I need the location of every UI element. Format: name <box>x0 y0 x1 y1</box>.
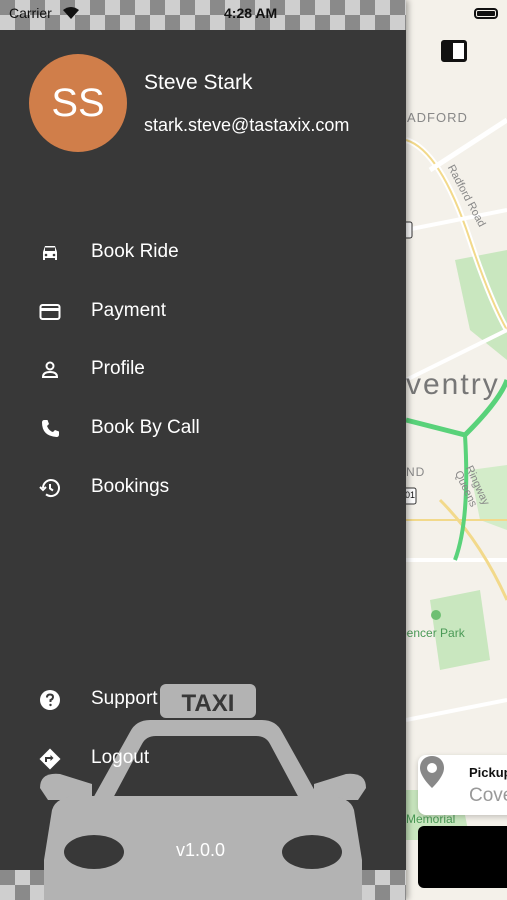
person-icon <box>41 361 59 378</box>
map-label-coventry: ventry <box>406 368 500 401</box>
taxi-bumper <box>44 870 362 900</box>
pickup-title: Pickup <box>469 765 507 780</box>
map-label-nd: ND <box>406 465 426 479</box>
location-pin-icon <box>420 756 444 788</box>
car-icon <box>43 246 57 260</box>
menu-item-book-ride[interactable]: Book Ride <box>0 231 406 275</box>
menu-label-payment: Payment <box>91 300 166 321</box>
checker-pattern-top <box>0 0 406 30</box>
map-label-radford: ADFORD <box>407 110 468 125</box>
menu-label-book-ride: Book Ride <box>91 241 179 262</box>
carrier-label: Carrier <box>9 5 52 21</box>
menu-item-support[interactable]: Support <box>0 678 406 722</box>
menu-label-bookings: Bookings <box>91 476 170 497</box>
pickup-card[interactable]: Pickup Cove <box>418 755 507 815</box>
battery-icon <box>474 8 498 19</box>
map-label-park: pencer Park <box>400 626 465 640</box>
user-name: Steve Stark <box>144 71 253 94</box>
road-shield-label: 01 <box>405 490 416 500</box>
help-icon <box>40 690 60 710</box>
menu-item-book-by-call[interactable]: Book By Call <box>0 407 406 451</box>
menu-label-logout: Logout <box>91 747 150 768</box>
directions-icon <box>39 748 61 770</box>
wifi-icon <box>63 7 79 19</box>
credit-card-icon <box>39 304 61 320</box>
sidebar-toggle-icon[interactable] <box>441 40 467 62</box>
user-email: stark.steve@tastaxix.com <box>144 115 350 135</box>
menu-item-profile[interactable]: Profile <box>0 348 406 392</box>
map-status-bar <box>406 0 507 30</box>
avatar[interactable]: SS <box>29 54 127 152</box>
menu-item-payment[interactable]: Payment <box>0 290 406 334</box>
status-time: 4:28 AM <box>224 5 278 21</box>
phone-icon <box>42 420 59 437</box>
menu-label-book-by-call: Book By Call <box>91 417 200 438</box>
menu-label-support: Support <box>91 688 158 709</box>
app-version: v1.0.0 <box>176 840 226 860</box>
pickup-value: Cove <box>469 785 507 806</box>
menu-item-logout[interactable]: Logout <box>0 737 406 781</box>
menu-label-profile: Profile <box>91 358 145 379</box>
confirm-button[interactable] <box>418 826 507 888</box>
side-drawer: Carrier 4:28 AM SS Steve Stark stark.ste… <box>0 0 406 900</box>
history-icon <box>39 479 60 498</box>
menu-item-bookings[interactable]: Bookings <box>0 466 406 510</box>
